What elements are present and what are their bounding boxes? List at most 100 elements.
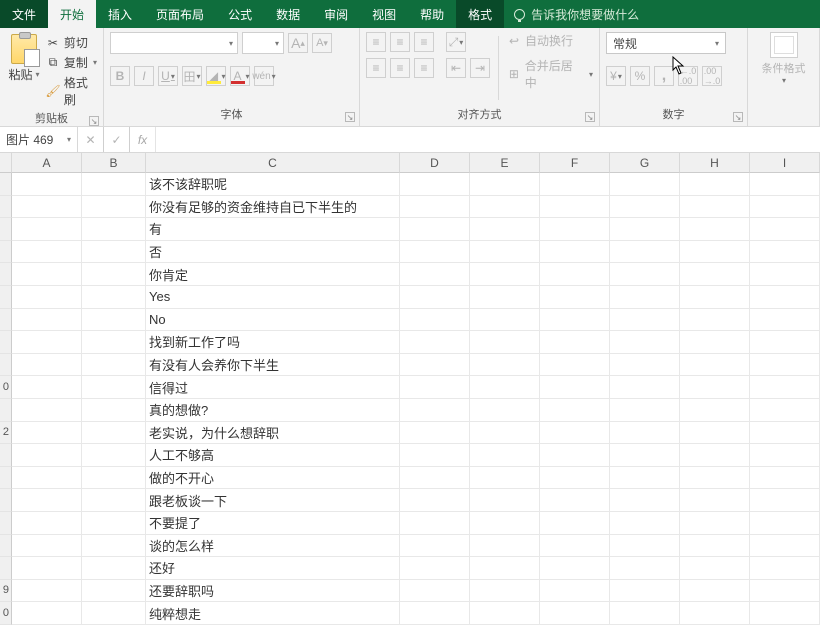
row-header[interactable] (0, 196, 12, 219)
cell[interactable] (610, 422, 680, 445)
cell[interactable] (680, 602, 750, 625)
cell[interactable] (540, 557, 610, 580)
font-color-button[interactable]: A ▾ (230, 66, 250, 86)
row-header[interactable] (0, 535, 12, 558)
tab-insert[interactable]: 插入 (96, 0, 144, 28)
tab-formula[interactable]: 公式 (216, 0, 264, 28)
row-header[interactable]: 0 (0, 376, 12, 399)
phonetic-button[interactable]: wén▾ (254, 66, 274, 86)
column-header[interactable]: E (470, 153, 540, 173)
font-launcher[interactable]: ↘ (345, 112, 355, 122)
cell[interactable] (82, 535, 146, 558)
cell[interactable] (12, 173, 82, 196)
cell[interactable] (680, 173, 750, 196)
increase-decimal-button[interactable]: ←.0.00 (678, 66, 698, 86)
cell[interactable] (470, 354, 540, 377)
row-header[interactable] (0, 286, 12, 309)
cell[interactable] (540, 263, 610, 286)
cell[interactable] (12, 309, 82, 332)
cell[interactable] (12, 354, 82, 377)
cell[interactable] (82, 173, 146, 196)
wrap-text-button[interactable]: ↩ 自动换行 (507, 32, 593, 49)
tab-data[interactable]: 数据 (264, 0, 312, 28)
cell[interactable] (750, 512, 820, 535)
cell[interactable]: 人工不够高 (146, 444, 400, 467)
enter-formula-button[interactable]: ✓ (104, 127, 130, 152)
cell[interactable] (540, 309, 610, 332)
cell[interactable] (400, 309, 470, 332)
row-header[interactable]: 0 (0, 602, 12, 625)
cell[interactable] (610, 376, 680, 399)
cell[interactable] (400, 444, 470, 467)
cell[interactable] (12, 512, 82, 535)
cell[interactable]: 真的想做? (146, 399, 400, 422)
align-top-button[interactable]: ≡ (366, 32, 386, 52)
italic-button[interactable]: I (134, 66, 154, 86)
cell[interactable] (750, 376, 820, 399)
cell[interactable] (82, 602, 146, 625)
cell[interactable] (82, 557, 146, 580)
cell[interactable] (750, 354, 820, 377)
column-header[interactable]: C (146, 153, 400, 173)
cell[interactable] (400, 512, 470, 535)
cell[interactable] (82, 489, 146, 512)
cell[interactable] (540, 422, 610, 445)
cell[interactable] (750, 422, 820, 445)
cell[interactable] (750, 602, 820, 625)
cell[interactable]: 找到新工作了吗 (146, 331, 400, 354)
cell[interactable] (12, 557, 82, 580)
cell[interactable] (680, 263, 750, 286)
font-name-combo[interactable]: ▾ (110, 32, 238, 54)
cell[interactable] (540, 602, 610, 625)
cell[interactable] (610, 602, 680, 625)
cell[interactable] (470, 309, 540, 332)
cell[interactable] (470, 196, 540, 219)
cell[interactable] (750, 489, 820, 512)
cell[interactable] (12, 422, 82, 445)
cell[interactable] (12, 535, 82, 558)
cell[interactable] (540, 467, 610, 490)
cell[interactable] (470, 467, 540, 490)
cell[interactable] (750, 557, 820, 580)
cell[interactable] (82, 218, 146, 241)
cell[interactable] (680, 580, 750, 603)
cell[interactable] (400, 263, 470, 286)
cell[interactable] (610, 467, 680, 490)
cell[interactable] (400, 241, 470, 264)
cell[interactable] (680, 512, 750, 535)
cell[interactable] (82, 309, 146, 332)
tab-home[interactable]: 开始 (48, 0, 96, 28)
tab-help[interactable]: 帮助 (408, 0, 456, 28)
cell[interactable]: 老实说，为什么想辞职 (146, 422, 400, 445)
cell[interactable] (610, 489, 680, 512)
align-launcher[interactable]: ↘ (585, 112, 595, 122)
cell[interactable]: 纯粹想走 (146, 602, 400, 625)
cell[interactable] (12, 580, 82, 603)
tab-format[interactable]: 格式 (456, 0, 504, 28)
accounting-button[interactable]: ¥▾ (606, 66, 626, 86)
cell[interactable] (470, 218, 540, 241)
row-header[interactable] (0, 399, 12, 422)
font-size-combo[interactable]: ▾ (242, 32, 284, 54)
cell[interactable] (12, 489, 82, 512)
cell[interactable] (12, 602, 82, 625)
cell[interactable]: 信得过 (146, 376, 400, 399)
cell[interactable] (12, 196, 82, 219)
align-left-button[interactable]: ≡ (366, 58, 386, 78)
cell[interactable] (400, 331, 470, 354)
cell[interactable] (680, 399, 750, 422)
row-header[interactable] (0, 444, 12, 467)
column-header[interactable]: D (400, 153, 470, 173)
cell[interactable] (12, 444, 82, 467)
column-header[interactable]: B (82, 153, 146, 173)
cell[interactable] (540, 241, 610, 264)
cell[interactable] (680, 535, 750, 558)
cell[interactable] (400, 286, 470, 309)
cut-button[interactable]: ✂ 剪切 (46, 34, 97, 51)
cell[interactable] (680, 467, 750, 490)
cell[interactable] (470, 241, 540, 264)
underline-button[interactable]: U▾ (158, 66, 178, 86)
cell[interactable] (400, 467, 470, 490)
cell[interactable]: 你没有足够的资金维持自已下半生的 (146, 196, 400, 219)
paste-button[interactable]: 粘贴▾ (8, 66, 39, 83)
